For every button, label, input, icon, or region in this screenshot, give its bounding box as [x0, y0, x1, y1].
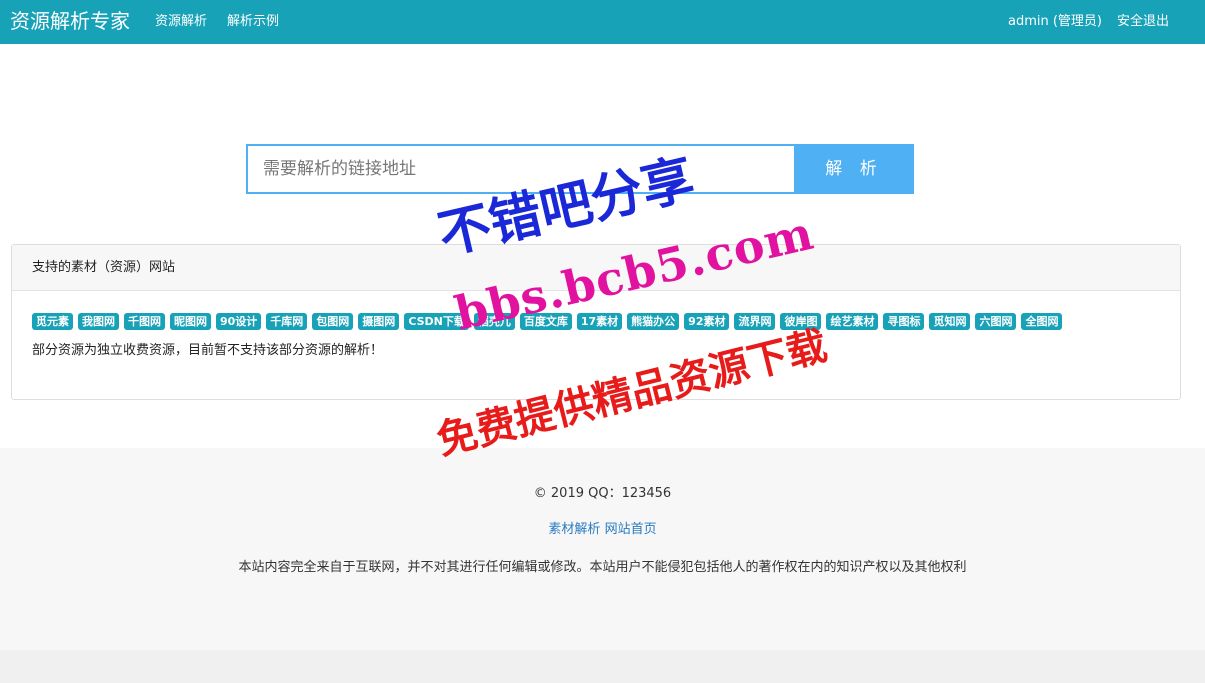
site-tag[interactable]: 昵图网	[170, 313, 211, 330]
site-tag[interactable]: 寻图标	[883, 313, 925, 330]
site-tag[interactable]: 觅元素	[32, 313, 73, 330]
site-tag[interactable]: 我图网	[78, 313, 119, 330]
logout-link[interactable]: 安全退出	[1117, 10, 1169, 29]
top-navbar: 资源解析专家 资源解析 解析示例 admin (管理员) 安全退出	[0, 0, 1205, 44]
bottom-strip	[0, 650, 1205, 683]
site-tag[interactable]: 千图网	[124, 313, 165, 330]
site-tag[interactable]: 90设计	[216, 313, 262, 330]
site-tag[interactable]: 摄图网	[358, 313, 400, 330]
site-tag[interactable]: 包图网	[312, 313, 354, 330]
footer-links: 素材解析 网站首页	[0, 518, 1205, 537]
parse-button[interactable]: 解 析	[794, 144, 914, 194]
unsupported-note: 部分资源为独立收费资源，目前暂不支持该部分资源的解析！	[32, 343, 384, 358]
site-tag[interactable]: 千库网	[266, 313, 308, 330]
site-brand[interactable]: 资源解析专家	[10, 5, 130, 34]
user-menu[interactable]: admin (管理员)	[1008, 10, 1102, 29]
footer-link-home[interactable]: 网站首页	[605, 522, 657, 537]
nav-link-parse-examples[interactable]: 解析示例	[227, 10, 279, 29]
site-tag-list: 觅元素 我图网 千图网 昵图网 90设计 千库网 包图网 摄图网 CSDN下载 …	[32, 313, 1160, 330]
site-tag[interactable]: 绘艺素材	[826, 313, 879, 330]
disclaimer-text: 本站内容完全来自于互联网，并不对其进行任何编辑或修改。本站用户不能侵犯包括他人的…	[238, 560, 967, 575]
site-tag[interactable]: 觅知网	[929, 313, 971, 330]
site-tag[interactable]: 17素材	[576, 313, 623, 330]
footer-link-material-parse[interactable]: 素材解析	[548, 522, 600, 537]
page-footer: © 2019 QQ：123456 素材解析 网站首页 本站内容完全来自于互联网，…	[0, 448, 1205, 650]
site-tag[interactable]: 六图网	[975, 313, 1017, 330]
copyright-text: © 2019 QQ：123456	[533, 486, 672, 501]
site-tag[interactable]: 全图网	[1021, 313, 1063, 330]
nav-link-resource-parse[interactable]: 资源解析	[155, 10, 207, 29]
site-tag[interactable]: 熊猫办公	[627, 313, 680, 330]
site-tag[interactable]: 92素材	[684, 313, 730, 330]
